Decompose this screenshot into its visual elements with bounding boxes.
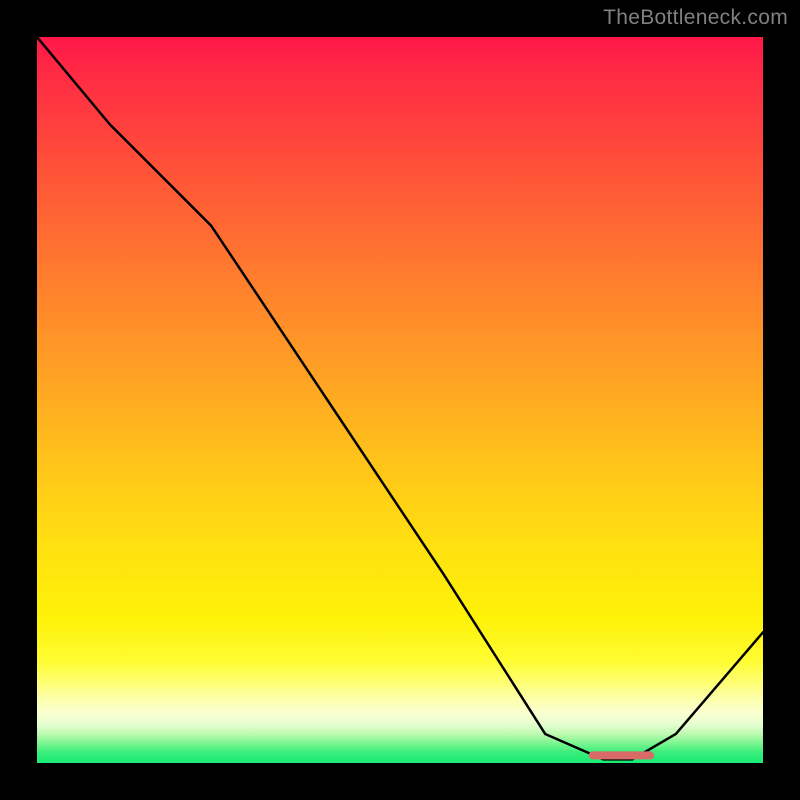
watermark-text: TheBottleneck.com [603, 6, 788, 30]
optimal-range-marker [589, 751, 654, 759]
chart-container: TheBottleneck.com [0, 0, 800, 800]
plot-area [37, 37, 763, 763]
chart-overlay [37, 37, 763, 763]
bottleneck-curve [37, 37, 763, 759]
